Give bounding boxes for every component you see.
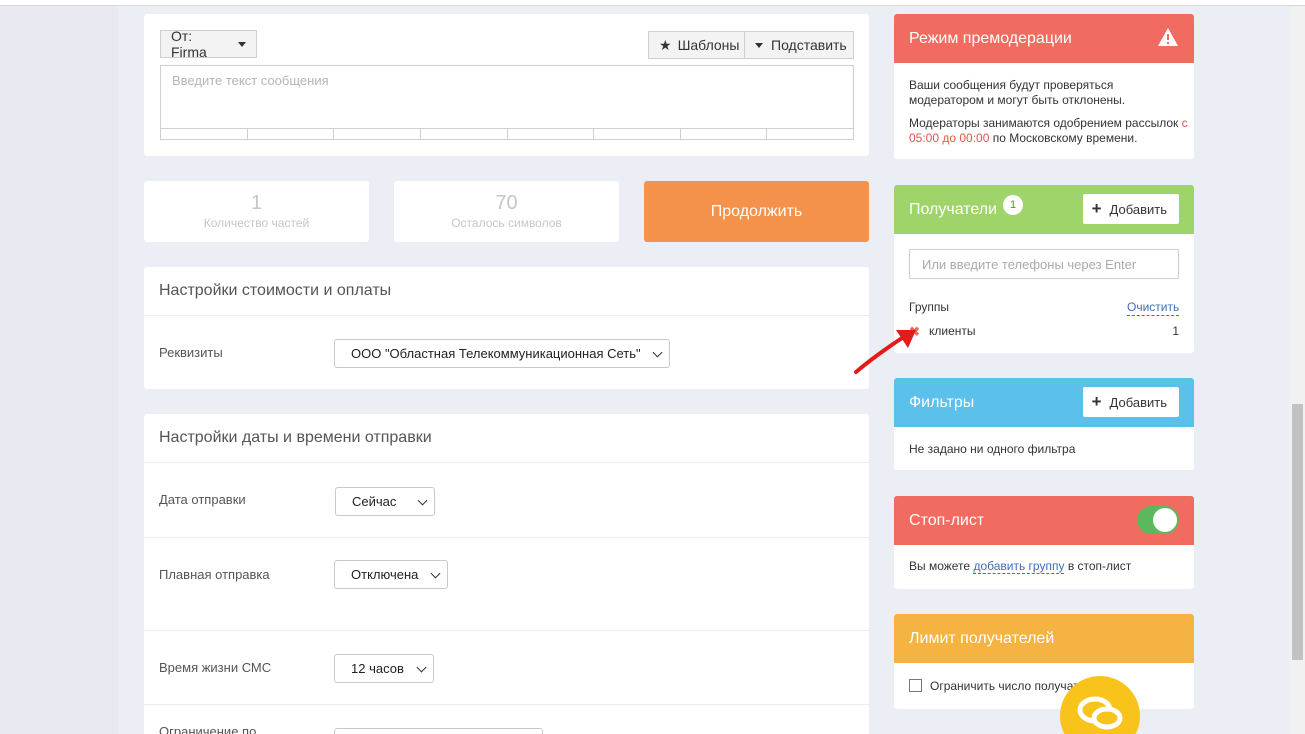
sms-ttl-label: Время жизни СМС bbox=[159, 660, 272, 675]
cost-settings-title: Настройки стоимости и оплаты bbox=[159, 282, 392, 299]
date-settings-title: Настройки даты и времени отправки bbox=[159, 429, 432, 446]
requisites-label: Реквизиты bbox=[159, 345, 223, 360]
premoderation-text-2: Модераторы занимаются одобрением рассыло… bbox=[909, 116, 1189, 146]
clear-groups-link[interactable]: Очистить bbox=[1127, 300, 1180, 316]
insert-button[interactable]: Подставить bbox=[744, 31, 854, 59]
group-name: клиенты bbox=[929, 324, 976, 338]
warning-icon bbox=[1158, 28, 1178, 46]
parts-count-label: Количество частей bbox=[203, 216, 310, 230]
premoderation-panel: Режим премодерации Ваши сообщения будут … bbox=[894, 14, 1194, 159]
stoplist-title: Стоп-лист bbox=[909, 511, 985, 529]
divider bbox=[144, 462, 869, 463]
stoplist-text-a: Вы можете bbox=[909, 559, 971, 573]
group-row: ✖ клиенты 1 bbox=[909, 324, 1179, 340]
premoderation-header: Режим премодерации bbox=[894, 14, 1194, 63]
add-filter-label: Добавить bbox=[1109, 394, 1167, 410]
plus-icon: + bbox=[1091, 392, 1102, 411]
recipient-limit-title: Лимит получателей bbox=[909, 629, 1055, 647]
continue-button[interactable]: Продолжить bbox=[644, 181, 869, 242]
date-settings-card: Настройки даты и времени отправки Дата о… bbox=[144, 414, 869, 734]
scrollbar-thumb[interactable] bbox=[1292, 404, 1303, 660]
divider bbox=[144, 630, 869, 631]
add-filter-button[interactable]: + Добавить bbox=[1082, 387, 1179, 417]
smooth-send-select[interactable]: Отключена bbox=[334, 560, 448, 589]
limit-select[interactable] bbox=[334, 728, 543, 734]
add-recipient-button[interactable]: + Добавить bbox=[1082, 194, 1179, 224]
recipient-limit-panel: Лимит получателей Ограничить число получ… bbox=[894, 614, 1194, 709]
divider bbox=[144, 537, 869, 538]
page-scrollbar[interactable] bbox=[1290, 6, 1305, 734]
plus-icon: + bbox=[1091, 199, 1102, 218]
divider bbox=[144, 315, 869, 316]
stoplist-toggle[interactable] bbox=[1137, 506, 1179, 534]
stoplist-panel: Стоп-лист Вы можете добавить группу в ст… bbox=[894, 496, 1194, 589]
sms-ttl-select[interactable]: 12 часов bbox=[334, 654, 434, 683]
premoderation-text-2a: Модераторы занимаются одобрением рассыло… bbox=[909, 116, 1179, 130]
divider bbox=[144, 704, 869, 705]
requisites-select[interactable]: ООО "Областная Телекоммуникационная Сеть… bbox=[334, 339, 670, 368]
chars-left-value: 70 bbox=[495, 192, 518, 214]
requisites-value: ООО "Областная Телекоммуникационная Сеть… bbox=[351, 346, 641, 361]
smooth-send-value: Отключена bbox=[351, 567, 419, 582]
recipient-limit-header: Лимит получателей bbox=[894, 614, 1194, 663]
filters-title: Фильтры bbox=[909, 393, 975, 411]
recipients-count-badge: 1 bbox=[1003, 194, 1024, 215]
premoderation-text-1: Ваши сообщения будут проверяться модерат… bbox=[909, 78, 1126, 107]
browser-top-edge bbox=[0, 0, 1305, 6]
cost-settings-card: Настройки стоимости и оплаты Реквизиты О… bbox=[144, 267, 869, 389]
message-textarea[interactable]: Введите текст сообщения bbox=[160, 65, 854, 140]
limit-label: Ограничение по bbox=[159, 724, 257, 734]
chevron-down-icon bbox=[238, 41, 246, 47]
left-gutter bbox=[0, 6, 118, 734]
send-date-select[interactable]: Сейчас bbox=[335, 487, 435, 516]
chevron-down-icon bbox=[652, 347, 663, 358]
from-label: От: Firma bbox=[171, 28, 207, 60]
templates-label: Шаблоны bbox=[677, 37, 740, 53]
stoplist-text-b: в стоп-лист bbox=[1067, 559, 1132, 573]
message-composer: От: Firma ★ Шаблоны Подставить Введите т… bbox=[144, 14, 869, 156]
chat-icon bbox=[1077, 696, 1123, 730]
parts-count-box: 1 Количество частей bbox=[144, 181, 369, 242]
send-date-label: Дата отправки bbox=[159, 492, 246, 507]
filters-panel: Фильтры + Добавить Не задано ни одного ф… bbox=[894, 378, 1194, 470]
chevron-down-icon bbox=[755, 42, 763, 48]
star-icon: ★ bbox=[659, 36, 672, 53]
phone-input[interactable]: Или введите телефоны через Enter bbox=[909, 249, 1179, 279]
chars-left-label: Осталось символов bbox=[451, 216, 562, 230]
premoderation-text-2b: по Московскому времени. bbox=[992, 131, 1138, 145]
smooth-send-label: Плавная отправка bbox=[159, 567, 270, 582]
send-date-value: Сейчас bbox=[352, 494, 397, 509]
templates-button[interactable]: ★ Шаблоны bbox=[648, 31, 745, 59]
textarea-ruler bbox=[161, 128, 853, 139]
red-arrow-annotation bbox=[854, 330, 916, 374]
parts-count-value: 1 bbox=[250, 192, 263, 214]
recipients-header: Получатели 1 + Добавить bbox=[894, 185, 1194, 234]
limit-checkbox[interactable] bbox=[909, 679, 922, 692]
filters-header: Фильтры + Добавить bbox=[894, 378, 1194, 427]
toggle-knob bbox=[1153, 508, 1177, 532]
add-recipient-label: Добавить bbox=[1109, 201, 1167, 217]
sms-ttl-value: 12 часов bbox=[351, 661, 404, 676]
stoplist-header: Стоп-лист bbox=[894, 496, 1194, 545]
stoplist-text: Вы можете добавить группу в стоп-лист bbox=[909, 559, 1131, 574]
insert-label: Подставить bbox=[771, 37, 847, 53]
group-count: 1 bbox=[1172, 324, 1179, 338]
message-placeholder: Введите текст сообщения bbox=[172, 73, 329, 88]
chevron-down-icon bbox=[417, 495, 428, 506]
chevron-down-icon bbox=[430, 568, 441, 579]
premoderation-title: Режим премодерации bbox=[909, 29, 1072, 47]
filters-empty-text: Не задано ни одного фильтра bbox=[909, 442, 1076, 456]
recipients-title: Получатели bbox=[909, 200, 998, 218]
recipients-panel: Получатели 1 + Добавить Или введите теле… bbox=[894, 185, 1194, 353]
limit-checkbox-row[interactable]: Ограничить число получателей bbox=[909, 678, 1179, 694]
chars-left-box: 70 Осталось символов bbox=[394, 181, 619, 242]
add-group-stoplist-link[interactable]: добавить группу bbox=[973, 559, 1065, 574]
chevron-down-icon bbox=[416, 662, 427, 673]
from-dropdown[interactable]: От: Firma bbox=[160, 28, 257, 60]
groups-label: Группы bbox=[909, 300, 949, 314]
